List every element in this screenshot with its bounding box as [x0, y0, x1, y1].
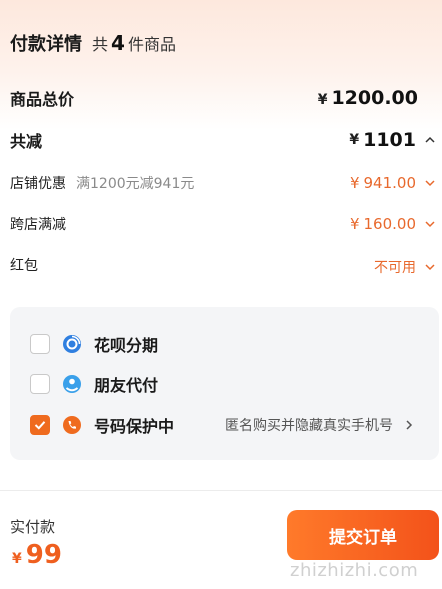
total-label: 商品总价 — [10, 90, 75, 109]
header-background — [0, 0, 442, 130]
friend-pay-icon — [63, 375, 81, 393]
huabei-icon — [63, 335, 81, 353]
option-label: 朋友代付 — [94, 376, 159, 395]
chevron-right-icon — [406, 420, 413, 430]
paid-amount: ¥99 — [12, 540, 62, 570]
discount-row-label: 跨店满减 — [10, 217, 66, 233]
discount-row-label: 店铺优惠 — [10, 176, 66, 192]
watermark: zhizhizhi.com — [290, 560, 419, 581]
submit-order-button[interactable]: 提交订单 — [287, 510, 439, 560]
chevron-down-icon — [425, 221, 435, 228]
phone-protect-hint-link[interactable]: 匿名购买并隐藏真实手机号 — [225, 415, 415, 435]
friend-pay-checkbox[interactable] — [30, 374, 50, 394]
total-value: 1200.00 — [331, 87, 418, 109]
page-header: 付款详情 共 4 件商品 — [10, 30, 176, 56]
count-number: 4 — [111, 31, 125, 55]
check-icon — [34, 421, 46, 430]
phone-protect-checkbox[interactable] — [30, 415, 50, 435]
huabei-checkbox[interactable] — [30, 334, 50, 354]
option-friend-pay[interactable]: 朋友代付 — [30, 372, 158, 396]
option-label: 花呗分期 — [94, 336, 159, 355]
red-packet-status: 不可用 — [374, 260, 416, 276]
page-title: 付款详情 — [10, 34, 82, 55]
phone-protect-hint: 匿名购买并隐藏真实手机号 — [225, 418, 393, 434]
red-packet-select[interactable]: 不可用 — [374, 257, 436, 277]
discount-row-value: 160.00 — [363, 215, 417, 233]
payment-options-panel: 花呗分期 朋友代付 号码保护中 匿名购买并隐藏真实手机号 — [10, 307, 439, 460]
paid-label: 实付款 — [10, 518, 56, 536]
discount-row-value: 941.00 — [363, 174, 417, 192]
discount-value: 1101 — [363, 129, 416, 151]
discount-currency: ¥ — [349, 132, 360, 148]
discount-label: 共减 — [10, 132, 43, 151]
count-prefix: 共 — [92, 35, 109, 54]
discount-row-shop-amount[interactable]: ¥941.00 — [350, 174, 436, 192]
discount-row-currency: ¥ — [349, 174, 360, 192]
option-label: 号码保护中 — [94, 417, 175, 436]
discount-row-currency: ¥ — [349, 215, 360, 233]
chevron-up-icon — [425, 136, 435, 143]
paid-currency: ¥ — [12, 551, 22, 567]
discount-toggle[interactable]: ¥1101 — [349, 129, 436, 151]
option-phone-protect[interactable]: 号码保护中 — [30, 413, 174, 437]
option-huabei[interactable]: 花呗分期 — [30, 332, 158, 356]
phone-protect-icon — [63, 416, 81, 434]
discount-row-cross-amount[interactable]: ¥160.00 — [350, 215, 436, 233]
item-count: 共 4 件商品 — [92, 31, 176, 55]
discount-row-note: 满1200元减941元 — [76, 176, 195, 192]
chevron-down-icon — [425, 180, 435, 187]
paid-value: 99 — [25, 540, 62, 570]
footer-divider — [0, 490, 442, 491]
total-amount: ¥1200.00 — [318, 87, 418, 109]
count-suffix: 件商品 — [127, 35, 176, 54]
total-currency: ¥ — [317, 92, 328, 108]
discount-row-shop: 店铺优惠 满1200元减941元 — [10, 173, 194, 193]
discount-row-label: 红包 — [10, 258, 38, 274]
chevron-down-icon — [425, 264, 435, 271]
